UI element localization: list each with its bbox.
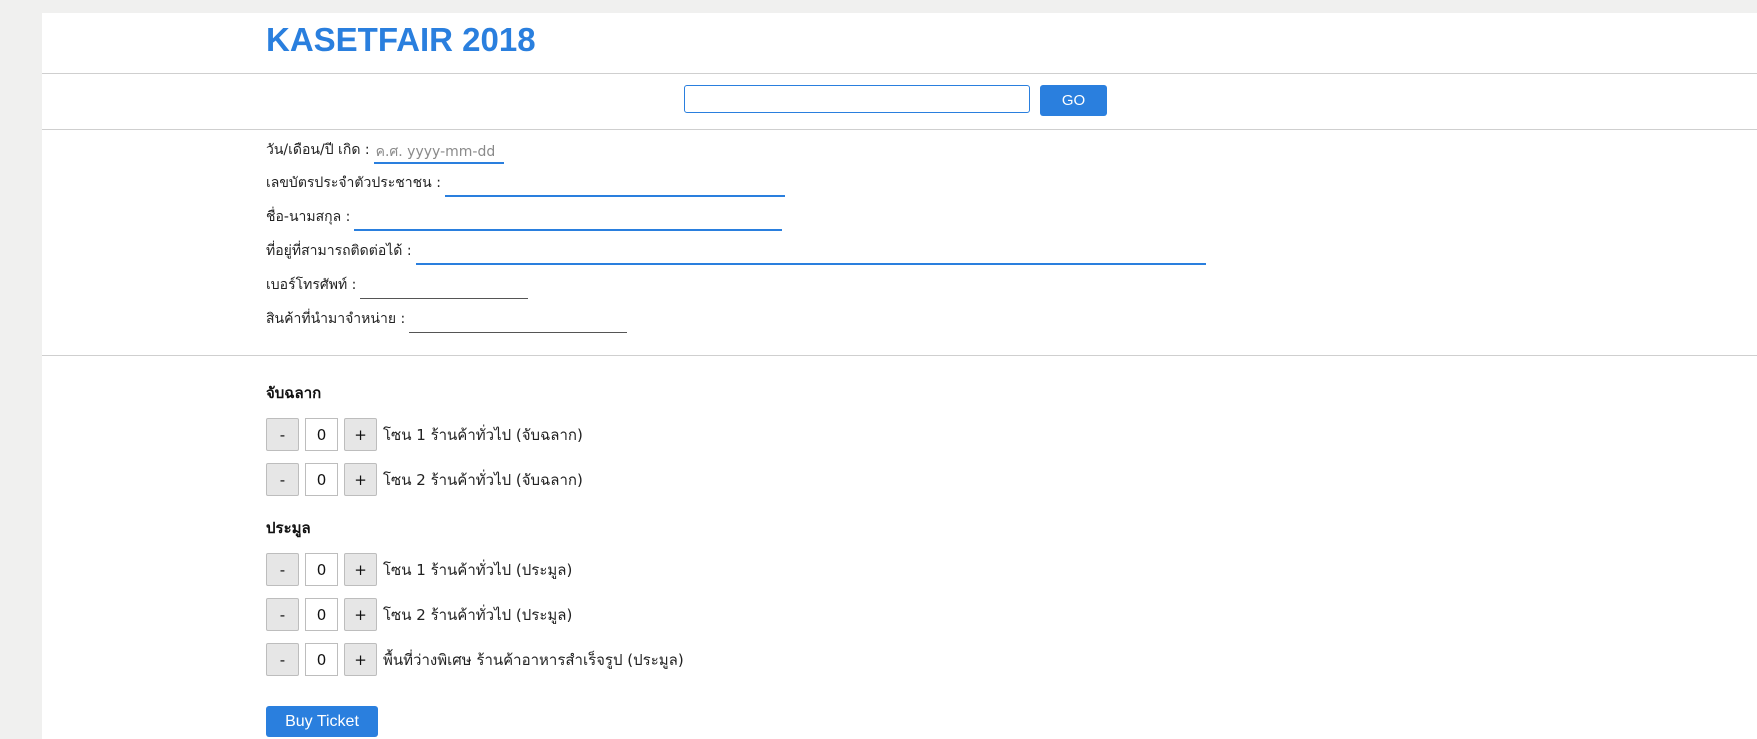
id-card-label: เลขบัตรประจำตัวประชาชน : — [266, 175, 441, 191]
phone-label: เบอร์โทรศัพท์ : — [266, 277, 357, 293]
decrement-button[interactable]: - — [266, 463, 299, 496]
quantity-stepper: - + โซน 2 ร้านค้าทั่วไป (จับฉลาก) — [266, 463, 583, 496]
quantity-field[interactable] — [305, 598, 338, 631]
name-label: ชื่อ-นามสกุล : — [266, 209, 351, 225]
address-label: ที่อยู่ที่สามารถติดต่อได้ : — [266, 243, 412, 259]
decrement-button[interactable]: - — [266, 553, 299, 586]
id-card-field[interactable] — [444, 175, 785, 197]
lottery-section-title: จับฉลาก — [266, 384, 322, 402]
product-label: สินค้าที่นำมาจำหน่าย : — [266, 311, 406, 327]
increment-button[interactable]: + — [344, 643, 377, 676]
increment-button[interactable]: + — [344, 463, 377, 496]
quantity-field[interactable] — [305, 463, 338, 496]
stepper-label: พื้นที่ว่างพิเศษ ร้านค้าอาหารสำเร็จรูป (… — [383, 650, 684, 669]
stepper-label: โซน 2 ร้านค้าทั่วไป (จับฉลาก) — [383, 470, 583, 489]
name-field[interactable] — [354, 209, 783, 231]
increment-button[interactable]: + — [344, 418, 377, 451]
buy-ticket-button[interactable]: Buy Ticket — [266, 706, 378, 737]
birthdate-field[interactable] — [373, 142, 504, 164]
search-bar: GO — [42, 74, 1757, 130]
decrement-button[interactable]: - — [266, 643, 299, 676]
go-button[interactable]: GO — [1040, 85, 1107, 116]
auction-section-title: ประมูล — [266, 519, 311, 537]
product-row: สินค้าที่นำมาจำหน่าย : — [266, 307, 628, 333]
quantity-stepper: - + โซน 1 ร้านค้าทั่วไป (ประมูล) — [266, 553, 572, 586]
header: KASETFAIR 2018 — [42, 13, 1757, 74]
quantity-stepper: - + พื้นที่ว่างพิเศษ ร้านค้าอาหารสำเร็จร… — [266, 643, 684, 676]
stepper-label: โซน 2 ร้านค้าทั่วไป (ประมูล) — [383, 605, 573, 624]
id-card-row: เลขบัตรประจำตัวประชาชน : — [266, 171, 785, 197]
stepper-label: โซน 1 ร้านค้าทั่วไป (ประมูล) — [383, 560, 573, 579]
product-field[interactable] — [409, 311, 628, 333]
page-container: KASETFAIR 2018 GO วัน/เดือน/ปี เกิด : เล… — [42, 13, 1757, 739]
stepper-label: โซน 1 ร้านค้าทั่วไป (จับฉลาก) — [383, 425, 583, 444]
decrement-button[interactable]: - — [266, 598, 299, 631]
quantity-field[interactable] — [305, 643, 338, 676]
decrement-button[interactable]: - — [266, 418, 299, 451]
applicant-form: วัน/เดือน/ปี เกิด : เลขบัตรประจำตัวประชา… — [42, 130, 1757, 356]
increment-button[interactable]: + — [344, 598, 377, 631]
brand-title: KASETFAIR 2018 — [266, 21, 536, 58]
quantity-stepper: - + โซน 2 ร้านค้าทั่วไป (ประมูล) — [266, 598, 572, 631]
name-row: ชื่อ-นามสกุล : — [266, 205, 783, 231]
birthdate-label: วัน/เดือน/ปี เกิด : — [266, 142, 370, 158]
address-row: ที่อยู่ที่สามารถติดต่อได้ : — [266, 239, 1206, 265]
phone-row: เบอร์โทรศัพท์ : — [266, 273, 529, 299]
quantity-field[interactable] — [305, 418, 338, 451]
phone-field[interactable] — [360, 277, 529, 299]
increment-button[interactable]: + — [344, 553, 377, 586]
address-field[interactable] — [415, 243, 1206, 265]
quantity-field[interactable] — [305, 553, 338, 586]
quantity-stepper: - + โซน 1 ร้านค้าทั่วไป (จับฉลาก) — [266, 418, 583, 451]
search-input[interactable] — [684, 85, 1030, 113]
birthdate-row: วัน/เดือน/ปี เกิด : — [266, 138, 504, 164]
